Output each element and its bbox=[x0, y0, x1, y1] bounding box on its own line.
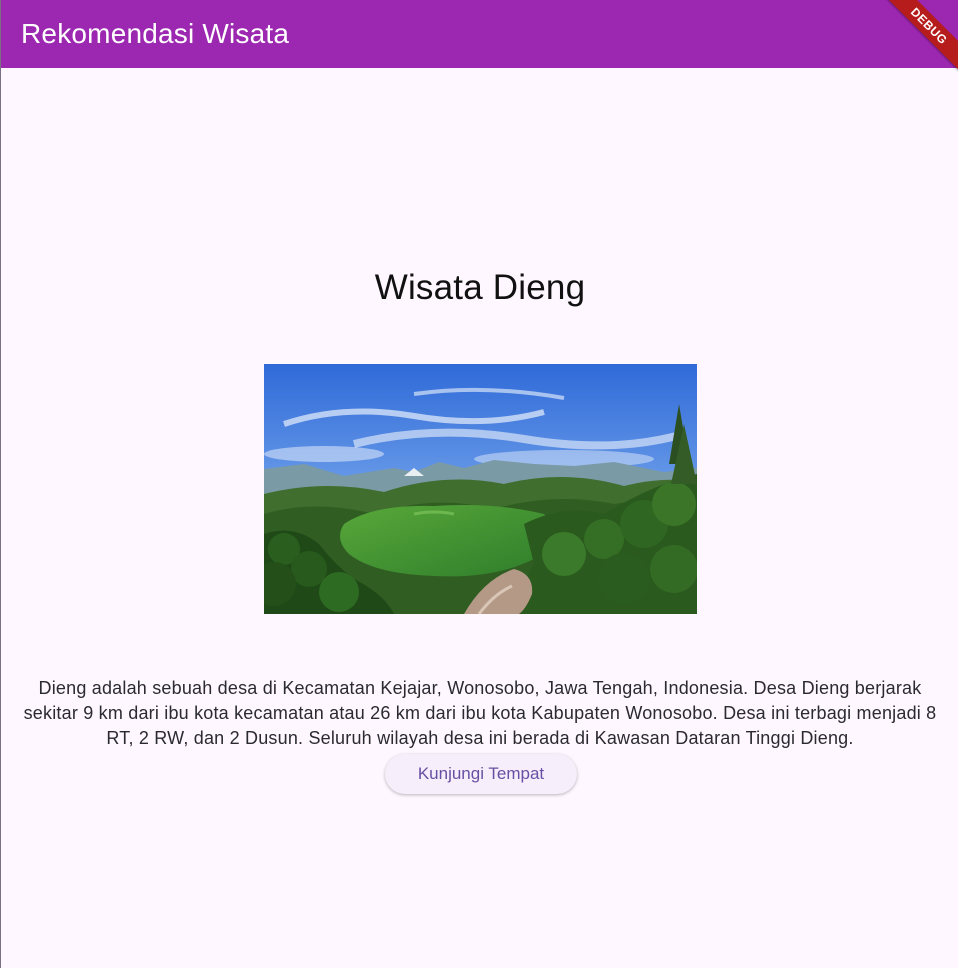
debug-label: DEBUG bbox=[907, 4, 951, 48]
debug-ribbon: DEBUG bbox=[879, 0, 958, 76]
page-title: Wisata Dieng bbox=[374, 268, 586, 307]
app-window: Rekomendasi Wisata DEBUG Wisata Dieng Di… bbox=[0, 0, 958, 968]
app-bar: Rekomendasi Wisata DEBUG bbox=[1, 0, 958, 76]
visit-place-button[interactable]: Kunjungi Tempat bbox=[385, 754, 577, 794]
place-description: Dieng adalah sebuah desa di Kecamatan Ke… bbox=[23, 678, 937, 748]
lake-landscape-illustration bbox=[264, 364, 697, 614]
main-content: Wisata Dieng Dieng adalah sebuah desa di… bbox=[1, 68, 958, 968]
place-image bbox=[264, 364, 697, 614]
app-bar-title: Rekomendasi Wisata bbox=[21, 18, 290, 49]
